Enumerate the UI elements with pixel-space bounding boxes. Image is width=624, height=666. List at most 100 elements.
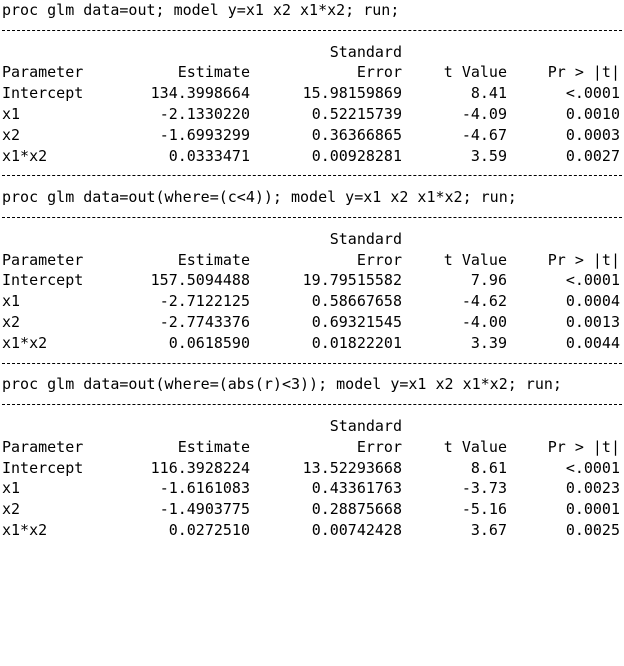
p-value-cell: <.0001 [565, 458, 620, 477]
column-header-top: Standard [2, 42, 622, 63]
error-cell: 0.00928281 [311, 146, 402, 165]
t-value-cell: -4.67 [461, 125, 507, 144]
estimate-cell: -1.6161083 [159, 479, 250, 498]
error-cell: 0.36366865 [311, 125, 402, 144]
estimate-cell: 0.0618590 [168, 333, 250, 352]
estimate-cell: 157.5094488 [150, 271, 250, 290]
dashed-divider [2, 208, 622, 229]
table-row: Intercept 157.5094488 19.79515582 7.96 <… [2, 270, 622, 291]
t-value-cell: -4.62 [461, 292, 507, 311]
estimate-cell: 0.0272510 [168, 520, 250, 539]
error-header: Error [356, 250, 402, 269]
column-header-top: Standard [2, 416, 622, 437]
p-value-cell: 0.0044 [565, 333, 620, 352]
p-value-cell: 0.0001 [565, 500, 620, 519]
p-value-cell: 0.0013 [565, 312, 620, 331]
table-row: x1 -2.1330220 0.52215739 -4.09 0.0010 [2, 104, 622, 125]
p-value-cell: <.0001 [565, 84, 620, 103]
p-value-cell: 0.0023 [565, 479, 620, 498]
error-cell: 15.98159869 [302, 84, 402, 103]
t-value-cell: -4.09 [461, 104, 507, 123]
table-row: x2 -1.4903775 0.28875668 -5.16 0.0001 [2, 499, 622, 520]
estimate-header: Estimate [177, 63, 250, 82]
parameter-cell: x2 [2, 500, 21, 519]
table-row: x2 -1.6993299 0.36366865 -4.67 0.0003 [2, 125, 622, 146]
dashed-divider [2, 354, 622, 375]
standard-error-header-top: Standard [329, 416, 402, 435]
t-value-header: t Value [443, 63, 507, 82]
table-row: x2 -2.7743376 0.69321545 -4.00 0.0013 [2, 312, 622, 333]
parameter-cell: x1*x2 [2, 333, 48, 352]
sas-output-document: proc glm data=out; model y=x1 x2 x1*x2; … [2, 0, 622, 541]
parameter-cell: x2 [2, 125, 21, 144]
parameter-header: Parameter [2, 250, 84, 269]
t-value-cell: -3.73 [461, 479, 507, 498]
dashed-divider [2, 395, 622, 416]
p-value-cell: 0.0027 [565, 146, 620, 165]
column-header-row: Parameter Estimate Error t Value Pr > |t… [2, 62, 622, 83]
parameter-header: Parameter [2, 437, 84, 456]
t-value-cell: -5.16 [461, 500, 507, 519]
error-cell: 0.69321545 [311, 312, 402, 331]
proc-command: proc glm data=out(where=(abs(r)<3)); mod… [2, 375, 562, 394]
table-row: Intercept 116.3928224 13.52293668 8.61 <… [2, 458, 622, 479]
p-value-header: Pr > |t| [547, 250, 620, 269]
table-row: x1*x2 0.0272510 0.00742428 3.67 0.0025 [2, 520, 622, 541]
p-value-cell: <.0001 [565, 271, 620, 290]
column-header-row: Parameter Estimate Error t Value Pr > |t… [2, 437, 622, 458]
t-value-header: t Value [443, 437, 507, 456]
parameter-cell: x1*x2 [2, 520, 48, 539]
error-cell: 0.28875668 [311, 500, 402, 519]
standard-error-header-top: Standard [329, 42, 402, 61]
parameter-cell: x1 [2, 104, 21, 123]
t-value-cell: 3.67 [470, 520, 507, 539]
dashed-divider [2, 21, 622, 42]
table-row: x1 -1.6161083 0.43361763 -3.73 0.0023 [2, 478, 622, 499]
estimate-header: Estimate [177, 250, 250, 269]
standard-error-header-top: Standard [329, 229, 402, 248]
p-value-header: Pr > |t| [547, 437, 620, 456]
t-value-cell: 8.61 [470, 458, 507, 477]
parameter-cell: x2 [2, 312, 21, 331]
error-cell: 0.58667658 [311, 292, 402, 311]
column-header-top: Standard [2, 229, 622, 250]
estimate-cell: -1.6993299 [159, 125, 250, 144]
estimate-cell: -2.7122125 [159, 292, 250, 311]
estimate-cell: 134.3998664 [150, 84, 250, 103]
error-cell: 0.43361763 [311, 479, 402, 498]
estimate-cell: 0.0333471 [168, 146, 250, 165]
error-header: Error [356, 63, 402, 82]
table-row: x1*x2 0.0333471 0.00928281 3.59 0.0027 [2, 146, 622, 167]
parameter-cell: x1 [2, 479, 21, 498]
parameter-header: Parameter [2, 63, 84, 82]
t-value-cell: -4.00 [461, 312, 507, 331]
dashed-divider [2, 166, 622, 187]
estimate-cell: -1.4903775 [159, 500, 250, 519]
estimate-cell: -2.7743376 [159, 312, 250, 331]
t-value-cell: 7.96 [470, 271, 507, 290]
p-value-cell: 0.0004 [565, 292, 620, 311]
estimate-cell: 116.3928224 [150, 458, 250, 477]
error-header: Error [356, 437, 402, 456]
error-cell: 0.00742428 [311, 520, 402, 539]
estimate-cell: -2.1330220 [159, 104, 250, 123]
error-cell: 19.79515582 [302, 271, 402, 290]
parameter-cell: x1 [2, 292, 21, 311]
error-cell: 0.01822201 [311, 333, 402, 352]
t-value-cell: 3.39 [470, 333, 507, 352]
p-value-cell: 0.0025 [565, 520, 620, 539]
parameter-cell: x1*x2 [2, 146, 48, 165]
p-value-cell: 0.0003 [565, 125, 620, 144]
t-value-header: t Value [443, 250, 507, 269]
proc-command: proc glm data=out(where=(c<4)); model y=… [2, 188, 517, 207]
t-value-cell: 8.41 [470, 84, 507, 103]
p-value-cell: 0.0010 [565, 104, 620, 123]
table-row: x1*x2 0.0618590 0.01822201 3.39 0.0044 [2, 333, 622, 354]
parameter-cell: Intercept [2, 271, 84, 290]
t-value-cell: 3.59 [470, 146, 507, 165]
table-row: x1 -2.7122125 0.58667658 -4.62 0.0004 [2, 291, 622, 312]
column-header-row: Parameter Estimate Error t Value Pr > |t… [2, 250, 622, 271]
estimate-header: Estimate [177, 437, 250, 456]
parameter-cell: Intercept [2, 84, 84, 103]
error-cell: 13.52293668 [302, 458, 402, 477]
